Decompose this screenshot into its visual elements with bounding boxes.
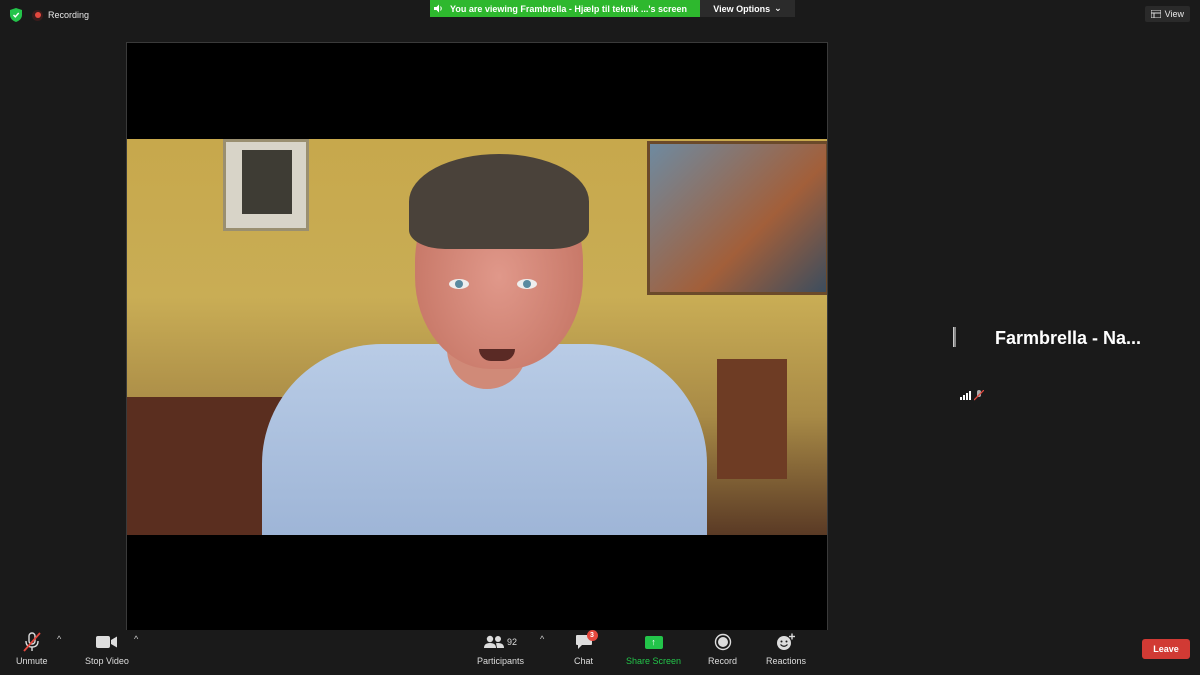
participants-label: Participants — [477, 656, 525, 666]
person-eye-right — [517, 279, 537, 289]
participant-tile-marker — [953, 327, 956, 347]
grid-view-icon — [1150, 10, 1161, 18]
unmute-label: Unmute — [16, 656, 48, 666]
reactions-icon — [777, 633, 796, 650]
screen-share-banner: You are viewing Frambrella - Hjælp til t… — [430, 0, 795, 17]
shared-screen[interactable] — [126, 42, 828, 632]
participants-options-caret[interactable]: ^ — [540, 634, 544, 644]
recording-indicator[interactable]: Recording — [32, 9, 90, 21]
record-icon — [714, 633, 731, 651]
stop-video-label: Stop Video — [85, 656, 129, 666]
audio-options-caret[interactable]: ^ — [57, 634, 61, 644]
chair — [717, 359, 787, 479]
share-screen-button[interactable]: ↑ Share Screen — [626, 632, 681, 666]
video-camera-icon — [95, 636, 117, 648]
view-label: View — [1164, 9, 1184, 19]
reactions-button[interactable]: Reactions — [766, 632, 806, 666]
meeting-status: Recording — [10, 8, 89, 22]
record-label: Record — [708, 656, 738, 666]
recording-icon — [32, 9, 43, 21]
meeting-toolbar: Unmute ^ Stop Video ^ 92 Participants ^ — [0, 630, 1200, 675]
participants-count: 92 — [507, 637, 518, 647]
video-options-caret[interactable]: ^ — [134, 634, 138, 644]
chevron-down-icon: ⌄ — [774, 3, 782, 13]
participant-status — [960, 390, 984, 401]
wall-picture — [223, 139, 309, 231]
reactions-label: Reactions — [766, 656, 807, 666]
view-options-button[interactable]: View Options ⌄ — [700, 0, 795, 17]
record-button[interactable]: Record — [708, 632, 737, 666]
banner-text: You are viewing Frambrella - Hjælp til t… — [450, 3, 688, 14]
leave-button[interactable]: Leave — [1142, 639, 1190, 659]
wall-painting — [647, 141, 827, 295]
chat-label: Chat — [574, 656, 594, 666]
share-screen-label: Share Screen — [626, 656, 682, 666]
view-button[interactable]: View — [1144, 6, 1190, 22]
share-screen-icon: ↑ — [644, 635, 663, 649]
recording-label: Recording — [48, 10, 90, 20]
speaker-icon — [434, 4, 442, 13]
participants-button[interactable]: 92 Participants — [477, 632, 524, 666]
video-frame — [127, 139, 827, 535]
signal-icon — [960, 391, 971, 400]
person-hair — [409, 154, 589, 249]
unmute-button[interactable]: Unmute — [16, 632, 48, 666]
view-options-label: View Options — [713, 3, 771, 14]
participants-icon — [484, 635, 504, 648]
participant-name[interactable]: Farmbrella - Na... — [995, 328, 1141, 349]
viewing-banner: You are viewing Frambrella - Hjælp til t… — [430, 0, 700, 17]
chat-badge: 3 — [586, 630, 598, 641]
muted-mic-icon — [23, 632, 41, 652]
chat-button[interactable]: 3 Chat — [574, 630, 598, 666]
muted-mic-icon — [974, 390, 984, 401]
shield-icon[interactable] — [10, 8, 22, 22]
stop-video-button[interactable]: Stop Video — [85, 632, 129, 666]
person-eye-left — [449, 279, 469, 289]
